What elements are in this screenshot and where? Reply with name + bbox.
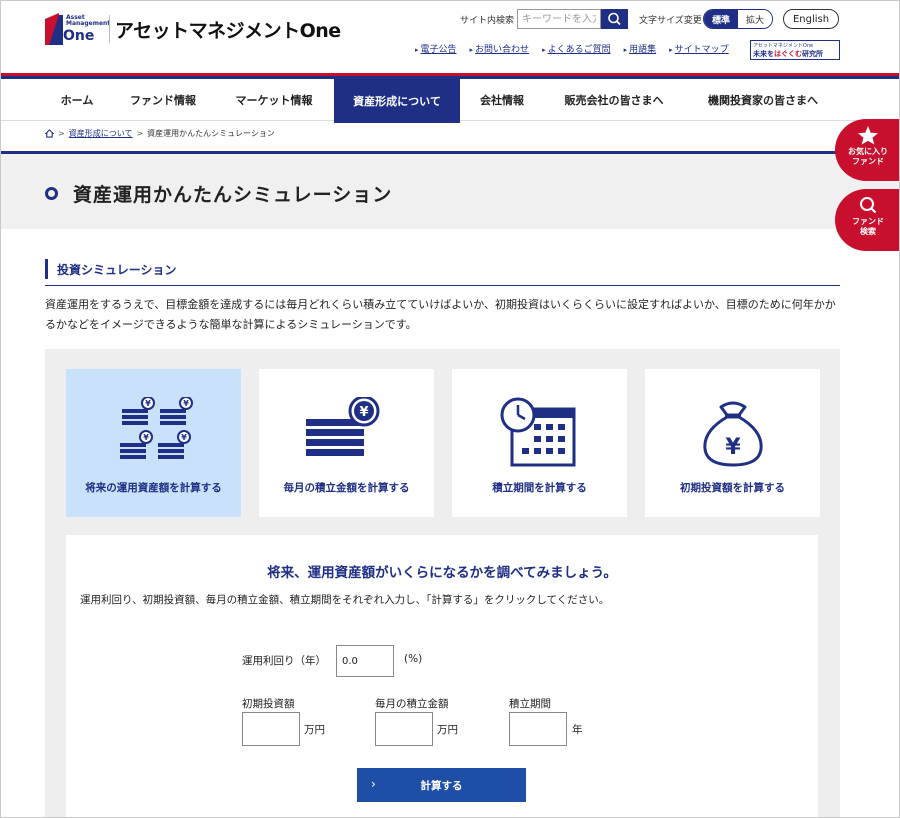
svg-text:¥: ¥ [183,399,189,408]
lab-banner-part-a: 未来を [753,50,774,58]
util-link-notice[interactable]: 電子公告 [415,42,457,55]
breadcrumb-link[interactable]: 資産形成について [69,128,133,139]
section-title: 投資シミュレーション [57,263,177,277]
search-icon [608,12,621,26]
font-size-standard-button[interactable]: 標準 [704,10,738,28]
section-header: 投資シミュレーション [45,257,840,286]
font-size-toggle: 標準 拡大 [703,9,773,29]
chevron-right-icon: › [371,777,376,791]
section-intro: 資産運用をするうえで、目標金額を達成するには毎月どれくらい積み立てていけばよいか… [45,298,836,331]
logo-small-text: Asset Management [66,14,111,27]
font-size-label: 文字サイズ変更 [639,16,702,26]
nav-fund-info[interactable]: ファンド情報 [119,79,207,121]
form-heading: 将来、運用資産額がいくらになるかを調べてみましょう。 [267,565,617,581]
site-search-input[interactable] [517,9,601,29]
breadcrumb-separator: > [136,129,144,138]
logo-one-text: One [63,28,95,44]
nav-institutional[interactable]: 機関投資家の皆さまへ [693,79,833,121]
utility-links: 電子公告 お問い合わせ よくあるご質問 用語集 サイトマップ [415,42,742,55]
calculate-button-label: 計算する [420,779,463,792]
monthly-amount-unit: 万円 [437,724,458,736]
card-future-assets[interactable]: ¥ ¥ ¥ ¥ 将来の運用資産額を計算する [66,369,241,517]
nav-company-info[interactable]: 会社情報 [469,79,535,121]
fund-search-label-line1: ファンド [852,217,884,226]
simulation-form: 将来、運用資産額がいくらになるかを調べてみましょう。 運用利回り、初期投資額、毎… [66,535,818,817]
nav-asset-building[interactable]: 資産形成について [334,79,460,123]
monthly-amount-input[interactable] [375,712,433,746]
company-name[interactable]: アセットマネジメントOne [115,16,341,43]
section-bar [45,259,48,279]
rate-label: 運用利回り（年） [242,655,326,667]
page-title: 資産運用かんたんシミュレーション [73,184,393,206]
card-label: 積立期間を計算する [492,482,587,494]
initial-investment-unit: 万円 [304,724,325,736]
search-button[interactable] [601,9,628,29]
lab-banner-line1: アセットマネジメントOne [753,43,814,49]
period-label: 積立期間 [509,698,551,710]
fund-search-button[interactable]: ファンド 検索 [835,189,899,251]
fund-search-label-line2: 検索 [860,227,876,236]
lab-banner[interactable]: アセットマネジメントOne 未来をはぐくむ研究所 [750,40,840,60]
lab-banner-line2: 未来をはぐくむ研究所 [753,50,823,58]
nav-home[interactable]: ホーム [45,79,109,121]
util-link-contact[interactable]: お問い合わせ [470,42,529,55]
monthly-amount-label: 毎月の積立金額 [375,698,449,710]
form-description: 運用利回り、初期投資額、毎月の積立金額、積立期間をそれぞれ入力し、「計算する」を… [80,594,610,606]
card-label: 将来の運用資産額を計算する [85,482,222,494]
calculate-button[interactable]: › 計算する [357,768,526,802]
svg-text:¥: ¥ [359,405,368,420]
home-icon[interactable] [45,129,54,138]
search-icon [860,197,877,214]
site-header: Asset Management One アセットマネジメントOne サイト内検… [1,1,899,73]
nav-market-info[interactable]: マーケット情報 [223,79,325,121]
card-label: 毎月の積立金額を計算する [283,482,410,494]
font-size-large-button[interactable]: 拡大 [738,10,772,28]
card-monthly-amount[interactable]: ¥ 毎月の積立金額を計算する [259,369,434,517]
breadcrumb: > 資産形成について > 資産運用かんたんシミュレーション [45,128,275,139]
card-label: 初期投資額を計算する [680,482,785,494]
logo-divider [109,15,110,43]
lab-banner-part-b: はぐくむ [774,50,802,58]
favorite-label-line2: ファンド [852,157,884,166]
coin-stacks-icon: ¥ ¥ ¥ ¥ [119,397,193,459]
money-bag-icon: ¥ [702,401,763,467]
util-link-glossary[interactable]: 用語集 [624,42,656,55]
svg-text:¥: ¥ [181,433,187,442]
svg-text:¥: ¥ [143,433,149,442]
period-unit: 年 [572,724,583,736]
lab-banner-part-c: 研究所 [802,50,823,58]
util-link-sitemap[interactable]: サイトマップ [669,42,729,55]
card-initial-investment[interactable]: ¥ 初期投資額を計算する [645,369,820,517]
favorite-label-line1: お気に入り [848,147,888,156]
initial-investment-input[interactable] [242,712,300,746]
search-label: サイト内検索 [460,16,515,26]
english-button[interactable]: English [783,9,839,29]
favorite-fund-button[interactable]: お気に入り ファンド [835,119,899,181]
page-frame: Asset Management One アセットマネジメントOne サイト内検… [0,0,900,818]
period-input[interactable] [509,712,567,746]
breadcrumb-current: 資産運用かんたんシミュレーション [147,129,275,138]
rate-unit: (%) [404,653,423,665]
simulation-panel: ¥ ¥ ¥ ¥ 将来の運用資産額を計算する ¥ 毎月の積立金額を計算する 積立期… [45,349,840,817]
nav-distributors[interactable]: 販売会社の皆さまへ [549,79,679,121]
card-period[interactable]: 積立期間を計算する [452,369,627,517]
initial-investment-label: 初期投資額 [242,698,295,710]
util-link-faq[interactable]: よくあるご質問 [542,42,611,55]
calendar-clock-icon [500,397,575,467]
page-title-bar: 資産運用かんたんシミュレーション [1,151,899,229]
rate-input[interactable] [336,645,394,677]
monthly-stack-icon: ¥ [305,397,379,456]
global-nav: ホーム ファンド情報 マーケット情報 資産形成について 会社情報 販売会社の皆さ… [1,79,899,123]
svg-text:¥: ¥ [725,435,741,460]
svg-text:¥: ¥ [145,399,151,408]
title-bullet-icon [45,187,58,200]
breadcrumb-separator: > [58,129,65,138]
star-icon [858,125,878,145]
